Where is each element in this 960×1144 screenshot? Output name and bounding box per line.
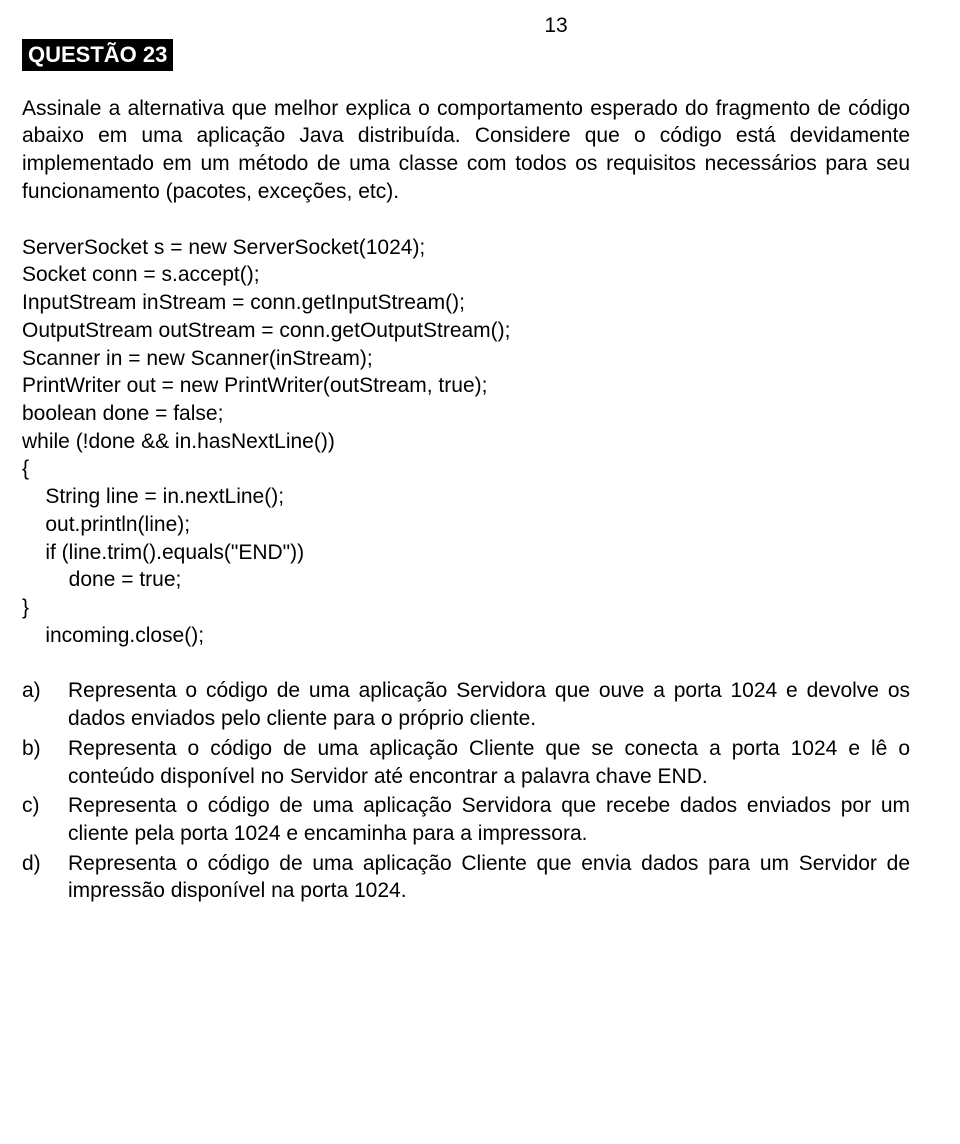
question-title: QUESTÃO 23 bbox=[22, 39, 173, 71]
option-a: a) Representa o código de uma aplicação … bbox=[22, 677, 910, 732]
option-text: Representa o código de uma aplicação Ser… bbox=[68, 792, 910, 847]
option-text: Representa o código de uma aplicação Cli… bbox=[68, 850, 910, 905]
option-label: b) bbox=[22, 735, 68, 763]
code-block: ServerSocket s = new ServerSocket(1024);… bbox=[22, 234, 910, 650]
option-b: b) Representa o código de uma aplicação … bbox=[22, 735, 910, 790]
option-label: d) bbox=[22, 850, 68, 878]
option-text: Representa o código de uma aplicação Cli… bbox=[68, 735, 910, 790]
option-label: c) bbox=[22, 792, 68, 820]
intro-paragraph: Assinale a alternativa que melhor explic… bbox=[22, 95, 910, 206]
option-label: a) bbox=[22, 677, 68, 705]
option-c: c) Representa o código de uma aplicação … bbox=[22, 792, 910, 847]
option-d: d) Representa o código de uma aplicação … bbox=[22, 850, 910, 905]
options-list: a) Representa o código de uma aplicação … bbox=[22, 677, 910, 905]
page-number: 13 bbox=[202, 12, 910, 40]
option-text: Representa o código de uma aplicação Ser… bbox=[68, 677, 910, 732]
